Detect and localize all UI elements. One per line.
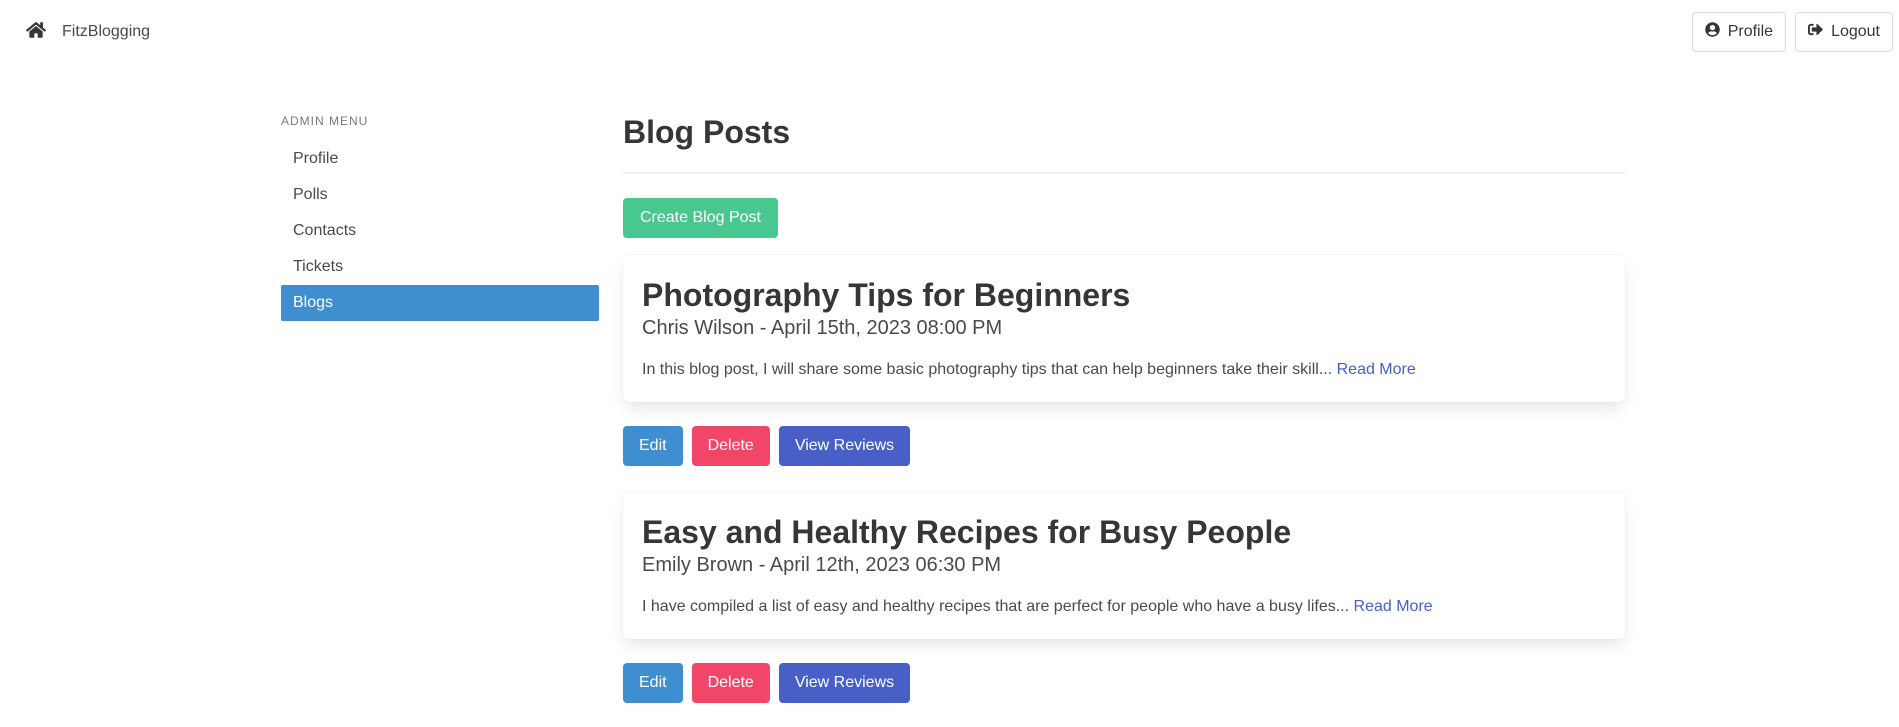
logout-button-label: Logout — [1831, 23, 1880, 40]
admin-sidebar: ADMIN MENU Profile Polls Contacts Ticket… — [281, 113, 599, 321]
read-more-link[interactable]: Read More — [1354, 598, 1433, 615]
view-reviews-button[interactable]: View Reviews — [778, 426, 911, 466]
profile-button-label: Profile — [1727, 23, 1774, 40]
delete-button[interactable]: Delete — [691, 663, 770, 703]
blog-post-actions: Edit Delete View Reviews — [623, 426, 1625, 466]
blog-post-title: Easy and Healthy Recipes for Busy People — [642, 514, 1292, 550]
brand-link[interactable]: FitzBlogging — [25, 21, 151, 44]
profile-button[interactable]: Profile — [1691, 12, 1787, 52]
blog-post-meta: Chris Wilson - April 15th, 2023 08:00 PM — [642, 317, 1003, 339]
blog-post-card: Easy and Healthy Recipes for Busy People… — [623, 492, 1625, 639]
user-circle-icon — [1704, 22, 1720, 42]
delete-button[interactable]: Delete — [691, 426, 770, 466]
navbar: FitzBlogging Profile Logout — [0, 0, 1899, 64]
blog-post-excerpt: In this blog post, I will share some bas… — [642, 359, 1606, 381]
sidebar-item-tickets[interactable]: Tickets — [281, 249, 599, 285]
home-icon — [25, 21, 47, 44]
read-more-link[interactable]: Read More — [1337, 361, 1416, 378]
blog-post-card: Photography Tips for Beginners Chris Wil… — [623, 255, 1625, 402]
blog-post-excerpt: I have compiled a list of easy and healt… — [642, 596, 1606, 618]
logout-button[interactable]: Logout — [1795, 12, 1893, 52]
sidebar-item-polls[interactable]: Polls — [281, 177, 599, 213]
sign-out-icon — [1808, 22, 1823, 42]
admin-menu-label: ADMIN MENU — [281, 114, 369, 128]
blog-post-title: Photography Tips for Beginners — [642, 277, 1131, 313]
create-blog-post-button[interactable]: Create Blog Post — [623, 198, 778, 238]
edit-button[interactable]: Edit — [623, 663, 683, 703]
sidebar-item-blogs[interactable]: Blogs — [281, 285, 599, 321]
blog-post-excerpt-text: In this blog post, I will share some bas… — [642, 361, 1333, 378]
brand-name: FitzBlogging — [62, 23, 151, 40]
main-content: Blog Posts Create Blog Post Photography … — [623, 112, 1625, 703]
view-reviews-button[interactable]: View Reviews — [778, 663, 911, 703]
title-divider — [623, 172, 1625, 174]
sidebar-item-contacts[interactable]: Contacts — [281, 213, 599, 249]
edit-button[interactable]: Edit — [623, 426, 683, 466]
blog-post-excerpt-text: I have compiled a list of easy and healt… — [642, 598, 1350, 615]
sidebar-item-profile[interactable]: Profile — [281, 141, 599, 177]
navbar-buttons: Profile Logout — [1691, 12, 1893, 52]
blog-post: Photography Tips for Beginners Chris Wil… — [623, 255, 1625, 466]
page-title: Blog Posts — [623, 114, 791, 150]
blog-post-meta: Emily Brown - April 12th, 2023 06:30 PM — [642, 554, 1002, 576]
blog-post: Easy and Healthy Recipes for Busy People… — [623, 492, 1625, 703]
blog-post-actions: Edit Delete View Reviews — [623, 663, 1625, 703]
admin-menu-list: Profile Polls Contacts Tickets Blogs — [281, 141, 599, 321]
